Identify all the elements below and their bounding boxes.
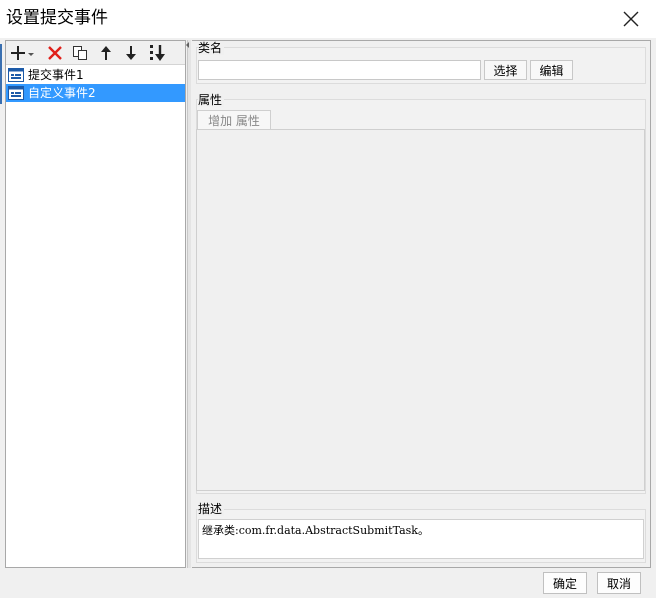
move-down-button[interactable] [120,43,142,63]
copy-icon [73,46,87,60]
panel-splitter[interactable] [187,40,191,568]
ok-button[interactable]: 确定 [543,572,587,594]
edit-class-button[interactable]: 编辑 [530,60,573,80]
close-icon [623,11,639,27]
event-item-label: 提交事件1 [28,68,84,82]
close-button[interactable] [612,0,650,38]
attributes-label: 属性 [198,93,225,107]
move-up-button[interactable] [95,43,117,63]
arrow-down-icon [126,46,136,60]
event-tree: 提交事件1 自定义事件2 [6,66,185,102]
event-list-item[interactable]: 提交事件1 [6,66,185,84]
event-settings-panel: 类名 选择 编辑 属性 增加 属性 描述 继承类:com.fr.data.Abs… [192,40,651,568]
class-name-input[interactable] [198,60,481,80]
collapse-arrow-icon[interactable] [186,42,189,48]
cancel-button[interactable]: 取消 [597,572,641,594]
select-class-button[interactable]: 选择 [484,60,527,80]
add-attribute-button[interactable]: 增加 属性 [197,110,271,129]
class-name-label: 类名 [198,41,225,55]
plus-dropdown-icon [11,46,34,60]
event-list-panel: 提交事件1 自定义事件2 [5,40,186,568]
description-text: 继承类:com.fr.data.AbstractSubmitTask。 [198,519,644,559]
description-label: 描述 [198,502,225,516]
copy-event-button[interactable] [69,43,91,63]
move-to-bottom-icon [150,45,165,61]
move-to-bottom-button[interactable] [147,43,169,63]
event-toolbar [6,41,185,65]
title-bar: 设置提交事件 [0,0,656,38]
delete-event-button[interactable] [44,43,66,63]
event-list-item[interactable]: 自定义事件2 [6,84,185,102]
event-item-label: 自定义事件2 [28,86,96,100]
event-item-icon [8,86,24,100]
event-item-icon [8,68,24,82]
dialog-title: 设置提交事件 [6,8,108,28]
arrow-up-icon [101,46,111,60]
add-event-button[interactable] [10,43,36,63]
attributes-table-area [196,129,645,491]
window-edge-accent [0,44,3,104]
red-x-delete-icon [48,46,62,60]
